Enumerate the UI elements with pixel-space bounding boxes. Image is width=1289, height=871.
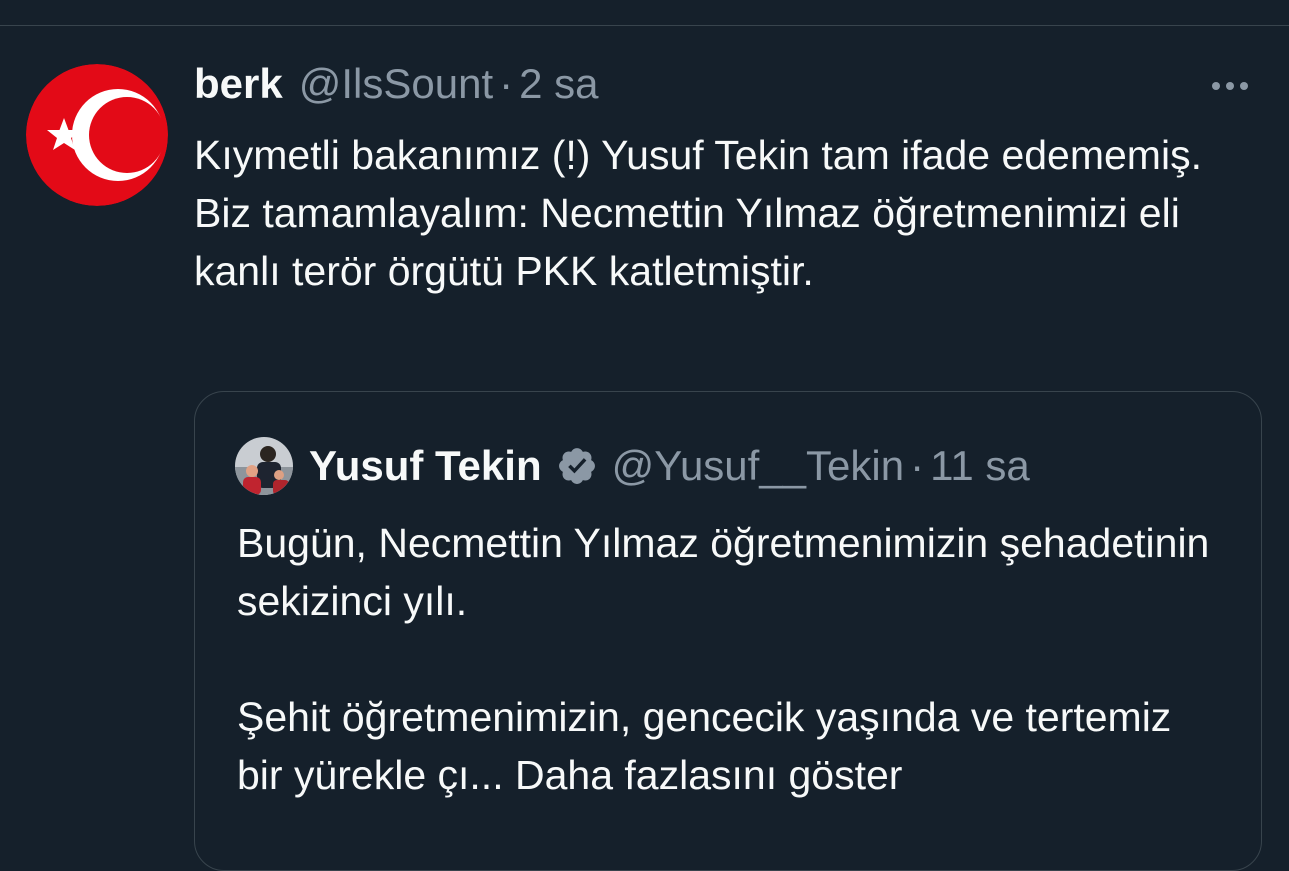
author-name[interactable]: berk [194,56,283,112]
tweet-header: berk @IlsSount · 2 sa [194,56,599,112]
verified-badge-icon [556,445,598,487]
quoted-author-name[interactable]: Yusuf Tekin [309,442,542,490]
quoted-tweet[interactable]: Yusuf Tekin @Yusuf__Tekin · 11 sa Bugün,… [194,391,1262,871]
quoted-tweet-header: Yusuf Tekin @Yusuf__Tekin · 11 sa [235,437,1030,495]
turkish-flag-icon [26,64,168,206]
tweet-timestamp[interactable]: 2 sa [519,56,598,112]
quoted-separator-dot: · [910,442,925,489]
author-handle[interactable]: @IlsSount [299,56,493,112]
quoted-text-paragraph-2: Şehit öğretmenimizin, gencecik yaşında v… [237,688,1227,804]
tweet[interactable]: berk @IlsSount · 2 sa Kıymetli bakanımız… [0,0,1289,871]
more-options-icon [1212,82,1220,90]
quoted-tweet-timestamp[interactable]: 11 sa [930,442,1030,490]
separator-dot: · [499,60,514,107]
more-options-button[interactable] [1201,66,1259,106]
quoted-text-paragraph-1: Bugün, Necmettin Yılmaz öğretmenimizin ş… [237,520,1210,624]
avatar-photo-icon [235,437,293,495]
quoted-tweet-text: Bugün, Necmettin Yılmaz öğretmenimizin ş… [237,514,1227,804]
author-avatar[interactable] [26,64,168,206]
show-more-link[interactable]: Daha fazlasını göster [515,752,902,798]
tweet-text: Kıymetli bakanımız (!) Yusuf Tekin tam i… [194,132,1214,294]
quoted-author-handle[interactable]: @Yusuf__Tekin [612,442,904,490]
quoted-author-avatar[interactable] [235,437,293,495]
